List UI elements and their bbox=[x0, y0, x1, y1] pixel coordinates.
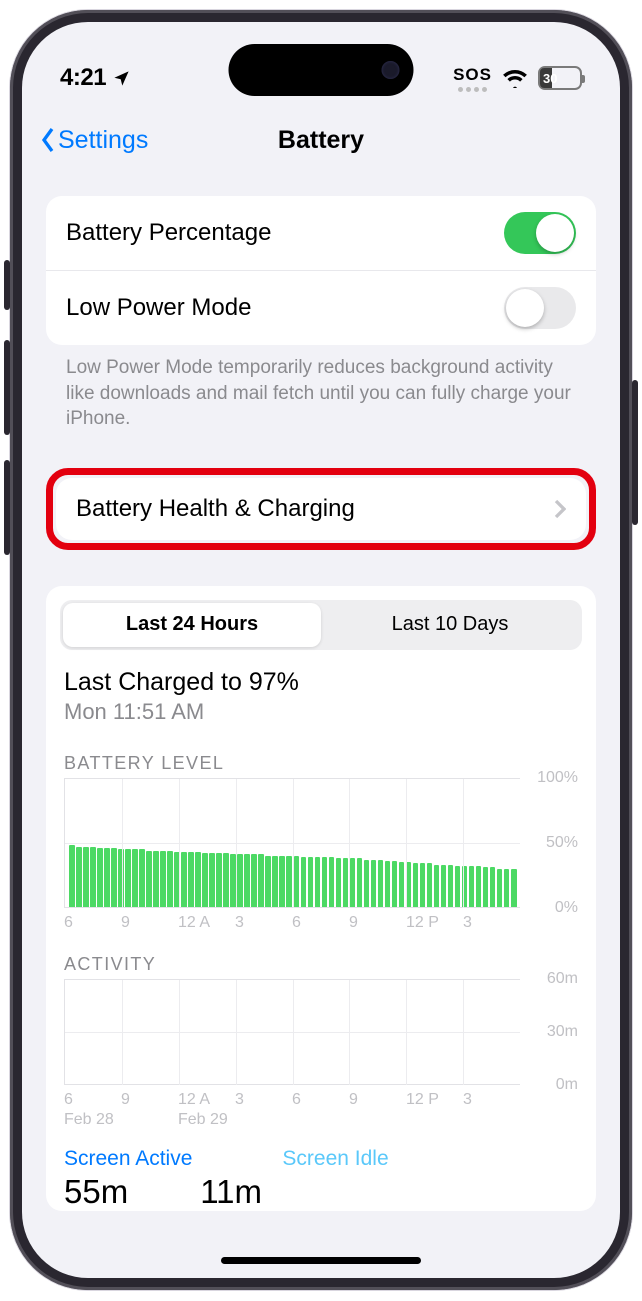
side-button bbox=[4, 260, 10, 310]
activity-xlabels: 6912 A36912 P3 bbox=[64, 1085, 520, 1109]
home-indicator[interactable] bbox=[221, 1257, 421, 1264]
sos-indicator: SOS bbox=[453, 65, 492, 92]
legend-screen-active: Screen Active bbox=[64, 1147, 192, 1171]
content: Battery Percentage Low Power Mode Low Po… bbox=[22, 168, 620, 1211]
status-left: 4:21 bbox=[60, 64, 131, 92]
battery-indicator-icon: 30 bbox=[538, 66, 582, 90]
last-charged-title: Last Charged to 97% bbox=[64, 668, 578, 697]
battery-level-section: BATTERY LEVEL 100% 50% 0% 6912 bbox=[60, 731, 582, 932]
low-power-mode-toggle[interactable] bbox=[504, 287, 576, 329]
status-right: SOS 30 bbox=[453, 65, 582, 92]
status-bar: 4:21 SOS 30 bbox=[22, 22, 620, 112]
battery-percentage-row[interactable]: Battery Percentage bbox=[46, 196, 596, 270]
activity-section: ACTIVITY 60m 30m 0m bbox=[60, 932, 582, 1129]
low-power-mode-label: Low Power Mode bbox=[66, 294, 251, 322]
legend-screen-idle: Screen Idle bbox=[282, 1147, 388, 1171]
activity-date-labels: Feb 28Feb 29 bbox=[64, 1109, 520, 1129]
sos-dots-icon bbox=[458, 87, 487, 92]
nav-header: Settings Battery bbox=[22, 112, 620, 168]
location-arrow-icon bbox=[112, 69, 131, 88]
battery-health-card: Battery Health & Charging bbox=[56, 478, 586, 540]
battery-health-row[interactable]: Battery Health & Charging bbox=[56, 478, 586, 540]
chevron-left-icon bbox=[38, 126, 58, 154]
screen: 4:21 SOS 30 bbox=[22, 22, 620, 1278]
volume-up-button bbox=[4, 340, 10, 435]
battery-percentage-label: Battery Percentage bbox=[66, 219, 271, 247]
segmented-control[interactable]: Last 24 Hours Last 10 Days bbox=[60, 600, 582, 650]
device-frame: 4:21 SOS 30 bbox=[10, 10, 632, 1290]
power-button bbox=[632, 380, 638, 525]
screen-active-value: 55m bbox=[64, 1173, 128, 1211]
last-charged-time: Mon 11:51 AM bbox=[64, 699, 578, 725]
screen-idle-value: 11m bbox=[200, 1173, 262, 1211]
tab-last-10-days[interactable]: Last 10 Days bbox=[321, 603, 579, 647]
toggles-card: Battery Percentage Low Power Mode bbox=[46, 196, 596, 345]
battery-level-chart bbox=[64, 778, 520, 908]
highlight-annotation: Battery Health & Charging bbox=[46, 468, 596, 550]
wifi-icon bbox=[502, 68, 528, 88]
activity-chart bbox=[64, 979, 520, 1085]
sos-text: SOS bbox=[453, 65, 492, 85]
back-button[interactable]: Settings bbox=[38, 126, 148, 155]
volume-down-button bbox=[4, 460, 10, 555]
status-time: 4:21 bbox=[60, 64, 106, 92]
back-label: Settings bbox=[58, 126, 148, 155]
battery-level-label: BATTERY LEVEL bbox=[64, 753, 578, 774]
legend-row: Screen Active Screen Idle bbox=[60, 1129, 582, 1171]
big-values-row: 55m 11m bbox=[60, 1171, 582, 1211]
last-charged-block: Last Charged to 97% Mon 11:51 AM bbox=[60, 650, 582, 731]
usage-card: Last 24 Hours Last 10 Days Last Charged … bbox=[46, 586, 596, 1211]
battery-pct-text: 30 bbox=[540, 71, 580, 86]
low-power-mode-row[interactable]: Low Power Mode bbox=[46, 270, 596, 345]
chevron-right-icon bbox=[554, 499, 566, 519]
activity-ylabels: 60m 30m 0m bbox=[520, 979, 578, 1085]
activity-label: ACTIVITY bbox=[64, 954, 578, 975]
battery-level-ylabels: 100% 50% 0% bbox=[520, 778, 578, 908]
low-power-note: Low Power Mode temporarily reduces backg… bbox=[46, 345, 596, 432]
tab-last-24-hours[interactable]: Last 24 Hours bbox=[63, 603, 321, 647]
battery-health-label: Battery Health & Charging bbox=[76, 495, 355, 523]
battery-percentage-toggle[interactable] bbox=[504, 212, 576, 254]
battery-level-xlabels: 6912 A36912 P3 bbox=[64, 908, 520, 932]
